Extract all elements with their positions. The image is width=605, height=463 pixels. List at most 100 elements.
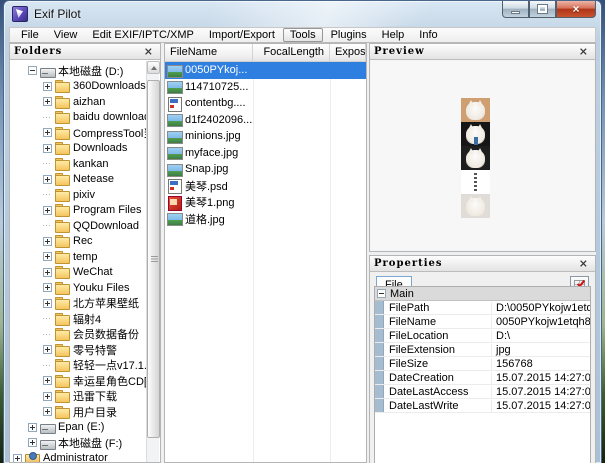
close-button[interactable]: ×	[556, 1, 596, 18]
expander-icon[interactable]	[43, 252, 52, 262]
file-row[interactable]: Snap.jpg	[165, 161, 366, 178]
menu-edit-exif-iptc-xmp[interactable]: Edit EXIF/IPTC/XMP	[85, 28, 200, 42]
property-row[interactable]: DateLastAccess 15.07.2015 14:27:04	[375, 385, 590, 399]
tree-item[interactable]: Downloads	[11, 141, 146, 157]
collapse-icon[interactable]	[377, 289, 386, 298]
tree-item[interactable]: 辐射4	[11, 311, 146, 327]
expander-icon[interactable]	[43, 407, 52, 417]
tree-item[interactable]: 本地磁盘 (D:)	[11, 63, 146, 79]
file-row[interactable]: 道格.jpg	[165, 211, 366, 228]
tree-item[interactable]: 会员数据备份	[11, 327, 146, 343]
tree-node-label: 用户目录	[73, 406, 117, 419]
menu-view[interactable]: View	[47, 28, 85, 42]
menu-file[interactable]: File	[14, 28, 46, 42]
tree-item[interactable]: baidu download	[11, 110, 146, 126]
tree-item[interactable]: Rec	[11, 234, 146, 250]
expander-icon[interactable]	[43, 267, 52, 277]
expander-icon[interactable]	[43, 81, 52, 91]
close-icon[interactable]: ×	[142, 46, 156, 57]
expander-icon[interactable]	[43, 361, 52, 370]
file-type-icon	[167, 130, 183, 144]
maximize-button[interactable]	[529, 1, 556, 18]
expander-icon[interactable]	[43, 221, 52, 230]
tree-item[interactable]: 用户目录	[11, 404, 146, 420]
column-header-exposu[interactable]: Exposu	[330, 44, 366, 61]
menu-import-export[interactable]: Import/Export	[202, 28, 282, 42]
preview-title: Preview	[374, 46, 425, 57]
expander-icon[interactable]	[43, 391, 52, 401]
file-type-icon	[167, 80, 183, 95]
expander-icon[interactable]	[43, 205, 52, 215]
expander-icon[interactable]	[43, 143, 52, 153]
menu-help[interactable]: Help	[375, 28, 412, 42]
expander-icon[interactable]	[43, 174, 52, 184]
tree-item[interactable]: Netease	[11, 172, 146, 188]
column-header-focallength[interactable]: FocalLength	[253, 44, 330, 61]
tree-item[interactable]: temp	[11, 249, 146, 265]
expander-icon[interactable]	[43, 298, 52, 308]
tree-item[interactable]: 360Downloads	[11, 79, 146, 95]
preview-header: Preview ×	[370, 44, 595, 60]
property-row[interactable]: DateLastWrite 15.07.2015 14:27:05	[375, 399, 590, 413]
tree-item[interactable]: 迅雷下载	[11, 389, 146, 405]
column-header-filename[interactable]: FileName	[165, 44, 253, 61]
expander-icon[interactable]	[28, 438, 37, 448]
expander-icon[interactable]	[43, 345, 52, 355]
property-row[interactable]: FilePath D:\0050PYkojw1etqh8b...	[375, 301, 590, 315]
tree-item[interactable]: WeChat	[11, 265, 146, 281]
tree-item[interactable]: Epan (E:)	[11, 420, 146, 436]
property-row[interactable]: FileSize 156768	[375, 357, 590, 371]
expander-icon[interactable]	[43, 314, 52, 323]
scrollbar-thumb[interactable]	[147, 80, 160, 438]
expander-icon[interactable]	[43, 113, 52, 122]
property-group-main[interactable]: Main	[375, 287, 590, 301]
menu-plugins[interactable]: Plugins	[324, 28, 374, 42]
file-row[interactable]: 0050PYkoj...	[165, 62, 366, 79]
file-row[interactable]: myface.jpg	[165, 145, 366, 162]
expander-icon[interactable]	[43, 236, 52, 246]
file-row[interactable]: 114710725...	[165, 79, 366, 96]
property-row[interactable]: DateCreation 15.07.2015 14:27:04	[375, 371, 590, 385]
expander-icon[interactable]	[43, 283, 52, 293]
expander-icon[interactable]	[28, 422, 37, 432]
property-row[interactable]: FileExtension jpg	[375, 343, 590, 357]
expander-icon[interactable]	[43, 190, 52, 199]
expander-icon[interactable]	[43, 97, 52, 107]
tree-item[interactable]: Administrator	[11, 451, 146, 462]
file-name: contentbg....	[185, 97, 246, 110]
tree-item[interactable]: pixiv	[11, 187, 146, 203]
scroll-up-icon[interactable]	[147, 61, 160, 74]
property-row[interactable]: FileName 0050PYkojw1etqh8b6at...	[375, 315, 590, 329]
file-type-icon	[167, 64, 183, 78]
file-row[interactable]: contentbg....	[165, 95, 366, 112]
tree-scrollbar[interactable]	[146, 61, 160, 462]
menu-info[interactable]: Info	[412, 28, 444, 42]
tree-node-icon	[55, 80, 70, 94]
tree-item[interactable]: 轻轻一点v17.1.6.32	[11, 358, 146, 374]
expander-icon[interactable]	[28, 66, 37, 76]
expander-icon[interactable]	[43, 128, 52, 138]
property-row[interactable]: FileLocation D:\	[375, 329, 590, 343]
tree-item[interactable]: 幸运星角色CD[Luc	[11, 373, 146, 389]
file-row[interactable]: 美琴.psd	[165, 178, 366, 195]
tree-item[interactable]: Program Files	[11, 203, 146, 219]
tree-item[interactable]: QQDownload	[11, 218, 146, 234]
file-row[interactable]: minions.jpg	[165, 128, 366, 145]
close-icon[interactable]: ×	[577, 46, 591, 57]
tree-item[interactable]: 北方苹果壁纸	[11, 296, 146, 312]
tree-item[interactable]: 零号特警	[11, 342, 146, 358]
file-row[interactable]: d1f2402096...	[165, 112, 366, 129]
expander-icon[interactable]	[43, 159, 52, 168]
tree-item[interactable]: 本地磁盘 (F:)	[11, 435, 146, 451]
tree-item[interactable]: aizhan	[11, 94, 146, 110]
minimize-button[interactable]	[502, 1, 529, 18]
expander-icon[interactable]	[43, 330, 52, 339]
expander-icon[interactable]	[13, 453, 22, 462]
menu-tools[interactable]: Tools	[282, 28, 323, 42]
close-icon[interactable]: ×	[577, 258, 591, 269]
tree-item[interactable]: Youku Files	[11, 280, 146, 296]
tree-item[interactable]: CompressTool当	[11, 125, 146, 141]
tree-item[interactable]: kankan	[11, 156, 146, 172]
file-row[interactable]: 美琴1.png	[165, 194, 366, 211]
expander-icon[interactable]	[43, 376, 52, 386]
